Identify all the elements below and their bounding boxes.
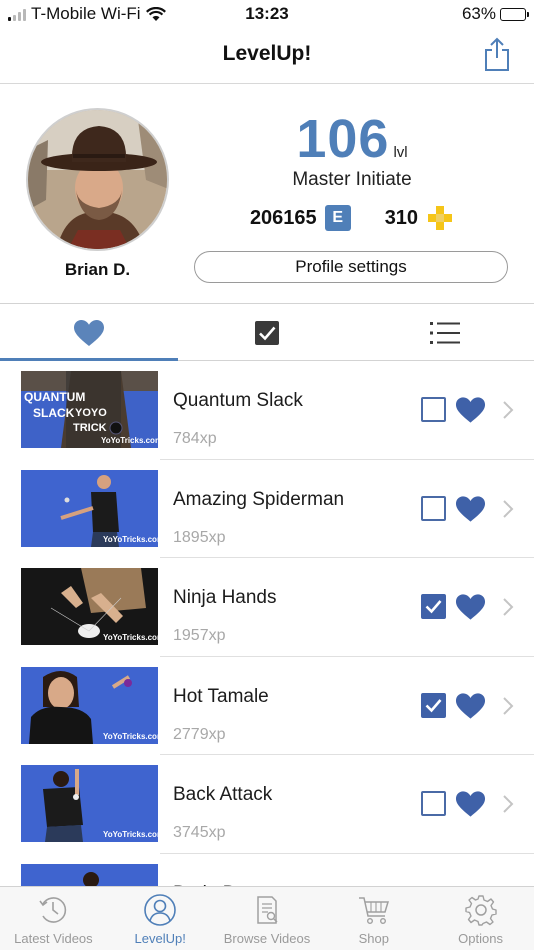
- trick-thumbnail[interactable]: YoYoTricks.com: [21, 469, 158, 547]
- trick-thumbnail[interactable]: YoYoTricks.com: [21, 568, 158, 645]
- tab-shop[interactable]: Shop: [320, 887, 427, 950]
- thumbnail-text: YoYoTricks.com: [103, 732, 158, 741]
- trick-name: Ninja Hands: [173, 587, 277, 608]
- tab-latest-videos[interactable]: Latest Videos: [0, 887, 107, 950]
- document-search-icon: [257, 896, 278, 924]
- bottom-tab-bar: Latest Videos LevelUp! Browse Videos Sho…: [0, 886, 534, 950]
- tab-options[interactable]: Options: [427, 887, 534, 950]
- tab-options-label: Options: [458, 931, 503, 946]
- profile-settings-button[interactable]: Profile settings: [194, 251, 508, 283]
- chevron-right-icon[interactable]: [501, 793, 515, 815]
- list-item[interactable]: YoYoTricks.com Ninja Hands 1957xp: [0, 558, 534, 657]
- status-bar: T-Mobile Wi-Fi 13:23 63%: [0, 0, 534, 28]
- tab-favorites[interactable]: [0, 305, 178, 361]
- tab-levelup[interactable]: LevelUp!: [107, 887, 214, 950]
- thumbnail-text: SLACK: [33, 406, 75, 420]
- tab-latest-videos-label: Latest Videos: [14, 931, 93, 946]
- trick-name: Quantum Slack: [173, 390, 303, 411]
- battery-percent: 63%: [461, 4, 496, 23]
- list-item[interactable]: YoYoTricks.com Hot Tamale 2779xp: [0, 657, 534, 756]
- stats-row: 206165 E 310: [196, 204, 508, 232]
- xp-total: 206165: [249, 206, 317, 229]
- points-total: 310: [384, 206, 419, 229]
- favorite-heart-icon[interactable]: [455, 593, 486, 621]
- trick-name: Amazing Spiderman: [173, 488, 345, 510]
- chevron-right-icon[interactable]: [501, 596, 515, 618]
- trick-xp: 784xp: [173, 430, 217, 447]
- thumbnail-text: QUANTUM: [24, 390, 85, 404]
- thumbnail-text: TRICK: [73, 422, 107, 434]
- user-name: Brian D.: [64, 260, 131, 279]
- avatar[interactable]: [26, 108, 169, 251]
- thumbnail-text: YoYoTricks.com: [103, 535, 158, 544]
- list-item[interactable]: YoYoTricks.com Amazing Spiderman 1895xp: [0, 460, 534, 559]
- completed-checkbox[interactable]: [421, 397, 446, 422]
- trick-xp: 2779xp: [173, 725, 226, 743]
- profile-icon: [144, 894, 176, 926]
- tab-shop-label: Shop: [358, 931, 389, 946]
- clock: 13:23: [245, 4, 289, 23]
- rank-title: Master Initiate: [292, 169, 412, 190]
- xp-badge-icon: E: [324, 205, 351, 231]
- trick-xp: 1957xp: [173, 627, 226, 644]
- completed-checkbox[interactable]: [421, 692, 446, 718]
- completed-checkbox[interactable]: [421, 594, 446, 619]
- chevron-right-icon[interactable]: [501, 498, 515, 520]
- level-unit: lvl: [393, 144, 408, 161]
- tab-browse-videos[interactable]: Browse Videos: [214, 887, 321, 950]
- trick-thumbnail[interactable]: QUANTUM SLACK YOYO TRICK YoYoTricks.com: [21, 371, 158, 448]
- trick-xp: 3745xp: [173, 824, 226, 841]
- thumbnail-text: YoYoTricks.com: [101, 436, 158, 445]
- xp-stat: 206165 E: [250, 205, 351, 231]
- gear-icon: [464, 895, 497, 926]
- trick-list: QUANTUM SLACK YOYO TRICK YoYoTricks.com Quant…: [0, 361, 534, 950]
- favorite-heart-icon[interactable]: [455, 790, 486, 818]
- trick-thumbnail[interactable]: YoYoTricks.com: [21, 765, 158, 842]
- battery-icon: [500, 7, 529, 21]
- thumbnail-text: YoYoTricks.com: [103, 633, 158, 642]
- tab-completed[interactable]: [178, 305, 356, 360]
- page-title: LevelUp!: [222, 42, 312, 65]
- clock-icon: [39, 897, 67, 923]
- level-number: 106: [296, 109, 390, 169]
- checkmark-icon: [425, 698, 442, 712]
- thumbnail-text: YoYoTricks.com: [103, 830, 158, 839]
- chevron-right-icon[interactable]: [501, 399, 515, 421]
- favorite-heart-icon[interactable]: [455, 692, 486, 720]
- heart-icon: [74, 319, 104, 346]
- favorite-heart-icon[interactable]: [455, 495, 486, 523]
- nav-bar: LevelUp!: [0, 28, 534, 84]
- tab-list[interactable]: [356, 305, 534, 360]
- profile-panel: Brian D. 106 lvl Master Initiate 206165 E…: [0, 84, 534, 304]
- tab-levelup-label: LevelUp!: [134, 931, 186, 946]
- share-icon[interactable]: [482, 36, 512, 72]
- chevron-right-icon[interactable]: [501, 695, 515, 717]
- trick-name: Back Attack: [173, 784, 273, 805]
- completed-checkbox[interactable]: [421, 791, 446, 816]
- filter-tabs: [0, 305, 534, 361]
- points-stat: 310: [385, 204, 454, 232]
- plus-icon: [428, 206, 453, 230]
- list-item[interactable]: YoYoTricks.com Back Attack 3745xp: [0, 755, 534, 854]
- level-display: 106 lvl: [196, 108, 508, 170]
- thumbnail-text: YOYO: [75, 407, 107, 419]
- tab-browse-videos-label: Browse Videos: [223, 931, 311, 946]
- completed-checkbox[interactable]: [421, 495, 446, 521]
- checkmark-icon: [425, 600, 442, 614]
- trick-name: Hot Tamale: [173, 685, 269, 707]
- battery-status: 63%: [461, 4, 529, 24]
- favorite-heart-icon[interactable]: [455, 396, 486, 424]
- list-icon: [430, 321, 460, 344]
- trick-xp: 1895xp: [173, 528, 226, 546]
- trick-thumbnail[interactable]: YoYoTricks.com: [21, 666, 158, 744]
- list-item[interactable]: QUANTUM SLACK YOYO TRICK YoYoTricks.com Quant…: [0, 361, 534, 460]
- cart-icon: [358, 897, 389, 925]
- checkbox-icon: [255, 320, 279, 345]
